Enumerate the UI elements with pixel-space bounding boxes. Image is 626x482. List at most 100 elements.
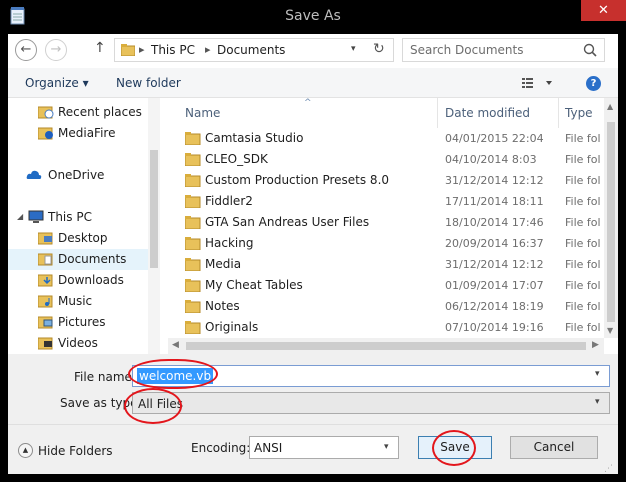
new-folder-button[interactable]: New folder [116, 76, 181, 90]
nav-item-label: Documents [58, 252, 127, 266]
folder-icon [185, 174, 201, 187]
file-name: Camtasia Studio [205, 131, 304, 145]
cancel-button[interactable]: Cancel [510, 436, 598, 459]
scrollbar-thumb[interactable] [150, 150, 158, 268]
file-date: 20/09/2014 16:37 [445, 237, 544, 250]
forward-button[interactable]: → [45, 39, 67, 61]
computer-icon [28, 210, 44, 223]
nav-item-this-pc[interactable]: ◢ This PC [8, 207, 148, 228]
file-row[interactable]: Camtasia Studio 04/01/2015 22:04 File fol [168, 128, 604, 149]
nav-item-label: Recent places [58, 105, 142, 119]
file-type: File fol [565, 258, 601, 271]
nav-item-downloads[interactable]: Downloads [8, 270, 148, 291]
file-row[interactable]: My Cheat Tables 01/09/2014 17:07 File fol [168, 275, 604, 296]
title-bar: Save As ✕ [0, 0, 626, 34]
footer-divider [8, 424, 618, 425]
column-divider[interactable] [558, 98, 559, 128]
nav-item-onedrive[interactable]: OneDrive [8, 165, 148, 186]
scroll-left-icon[interactable]: ◀ [172, 340, 179, 350]
scrollbar-thumb[interactable] [607, 122, 615, 322]
nav-item-label: MediaFire [58, 126, 116, 140]
file-name: My Cheat Tables [205, 278, 303, 292]
file-date: 07/10/2014 19:16 [445, 321, 544, 334]
save-button[interactable]: Save [418, 436, 492, 459]
back-button[interactable]: ← [15, 39, 37, 61]
scroll-down-icon[interactable]: ▼ [607, 326, 613, 335]
nav-item-label: This PC [48, 210, 92, 224]
resize-grip-icon[interactable]: ⋰ [604, 464, 613, 474]
file-row[interactable]: Hacking 20/09/2014 16:37 File fol [168, 233, 604, 254]
file-name-input[interactable] [137, 368, 213, 384]
folder-icon [185, 300, 201, 313]
mediafire-icon [38, 127, 53, 140]
up-button[interactable]: ↑ [94, 40, 106, 56]
file-row[interactable]: CLEO_SDK 04/10/2014 8:03 File fol [168, 149, 604, 170]
scrollbar-thumb[interactable] [186, 342, 586, 350]
hide-folders-button[interactable]: ▲ Hide Folders [18, 442, 118, 462]
file-date: 06/12/2014 18:19 [445, 300, 544, 313]
nav-item-videos[interactable]: Videos [8, 333, 148, 354]
horizontal-scrollbar[interactable]: ◀ ▶ [168, 338, 604, 354]
folder-icon [38, 253, 53, 266]
folder-icon [185, 132, 201, 145]
nav-item-mediafire[interactable]: MediaFire [8, 123, 148, 144]
organize-button[interactable]: Organize ▾ [25, 76, 89, 90]
scroll-right-icon[interactable]: ▶ [592, 340, 599, 350]
nav-item-documents[interactable]: Documents [8, 249, 148, 270]
collapse-arrow-icon[interactable]: ◢ [17, 212, 23, 221]
column-date-modified[interactable]: Date modified [445, 106, 530, 120]
search-box[interactable] [402, 38, 605, 62]
column-type[interactable]: Type [565, 106, 593, 120]
file-type: File fol [565, 321, 601, 334]
file-name: Custom Production Presets 8.0 [205, 173, 390, 187]
help-button[interactable]: ? [586, 76, 601, 91]
save-as-type-select[interactable]: All Files ▾ [132, 392, 610, 414]
scroll-up-icon[interactable]: ▲ [607, 102, 613, 111]
search-input[interactable] [410, 43, 570, 57]
save-as-type-label: Save as type: [60, 396, 142, 410]
search-icon[interactable] [583, 43, 597, 57]
file-type: File fol [565, 237, 601, 250]
chevron-down-icon[interactable]: ▾ [384, 442, 389, 452]
nav-pane-scrollbar[interactable] [148, 98, 160, 354]
dialog-client-area: ← → ↑ ▸ This PC ▸ Documents ▾ ↻ Search D… [8, 34, 618, 474]
file-name: Fiddler2 [205, 194, 253, 208]
refresh-icon[interactable]: ↻ [373, 41, 385, 57]
file-date: 31/12/2014 12:12 [445, 258, 544, 271]
breadcrumb-this-pc[interactable]: This PC [151, 43, 195, 57]
file-row[interactable]: Custom Production Presets 8.0 31/12/2014 … [168, 170, 604, 191]
file-name-combobox[interactable]: ▾ [132, 365, 610, 387]
file-row[interactable]: GTA San Andreas User Files 18/10/2014 17:… [168, 212, 604, 233]
pane-splitter[interactable] [160, 98, 168, 354]
close-button[interactable]: ✕ [581, 0, 626, 21]
view-options-icon[interactable] [520, 76, 554, 90]
file-type: File fol [565, 195, 601, 208]
file-type: File fol [565, 153, 601, 166]
column-name[interactable]: Name [185, 106, 220, 120]
file-row[interactable]: Originals 07/10/2014 19:16 File fol [168, 317, 604, 338]
navigation-pane: Recent places MediaFire OneDrive ◢ This … [8, 98, 160, 354]
chevron-down-icon[interactable]: ▾ [595, 397, 600, 407]
address-bar[interactable]: ▸ This PC ▸ Documents ▾ ↻ [114, 38, 394, 62]
nav-item-music[interactable]: Music [8, 291, 148, 312]
vertical-scrollbar[interactable]: ▲ ▼ [604, 98, 618, 338]
folder-icon [38, 316, 53, 329]
file-type: File fol [565, 132, 601, 145]
nav-item-label: Videos [58, 336, 98, 350]
column-divider[interactable] [437, 98, 438, 128]
folder-icon [185, 195, 201, 208]
folder-icon [185, 258, 201, 271]
file-row[interactable]: Fiddler2 17/11/2014 18:11 File fol [168, 191, 604, 212]
nav-item-recent-places[interactable]: Recent places [8, 102, 148, 123]
nav-item-desktop[interactable]: Desktop [8, 228, 148, 249]
nav-item-pictures[interactable]: Pictures [8, 312, 148, 333]
folder-icon [185, 153, 201, 166]
chevron-down-icon[interactable]: ▾ [595, 369, 600, 379]
file-row[interactable]: Media 31/12/2014 12:12 File fol [168, 254, 604, 275]
file-row[interactable]: Notes 06/12/2014 18:19 File fol [168, 296, 604, 317]
encoding-select[interactable]: ANSI ▾ [249, 436, 399, 459]
window-title: Save As [285, 8, 341, 24]
file-name: Originals [205, 320, 259, 334]
chevron-down-icon[interactable]: ▾ [351, 44, 356, 54]
breadcrumb-documents[interactable]: Documents [217, 43, 285, 57]
